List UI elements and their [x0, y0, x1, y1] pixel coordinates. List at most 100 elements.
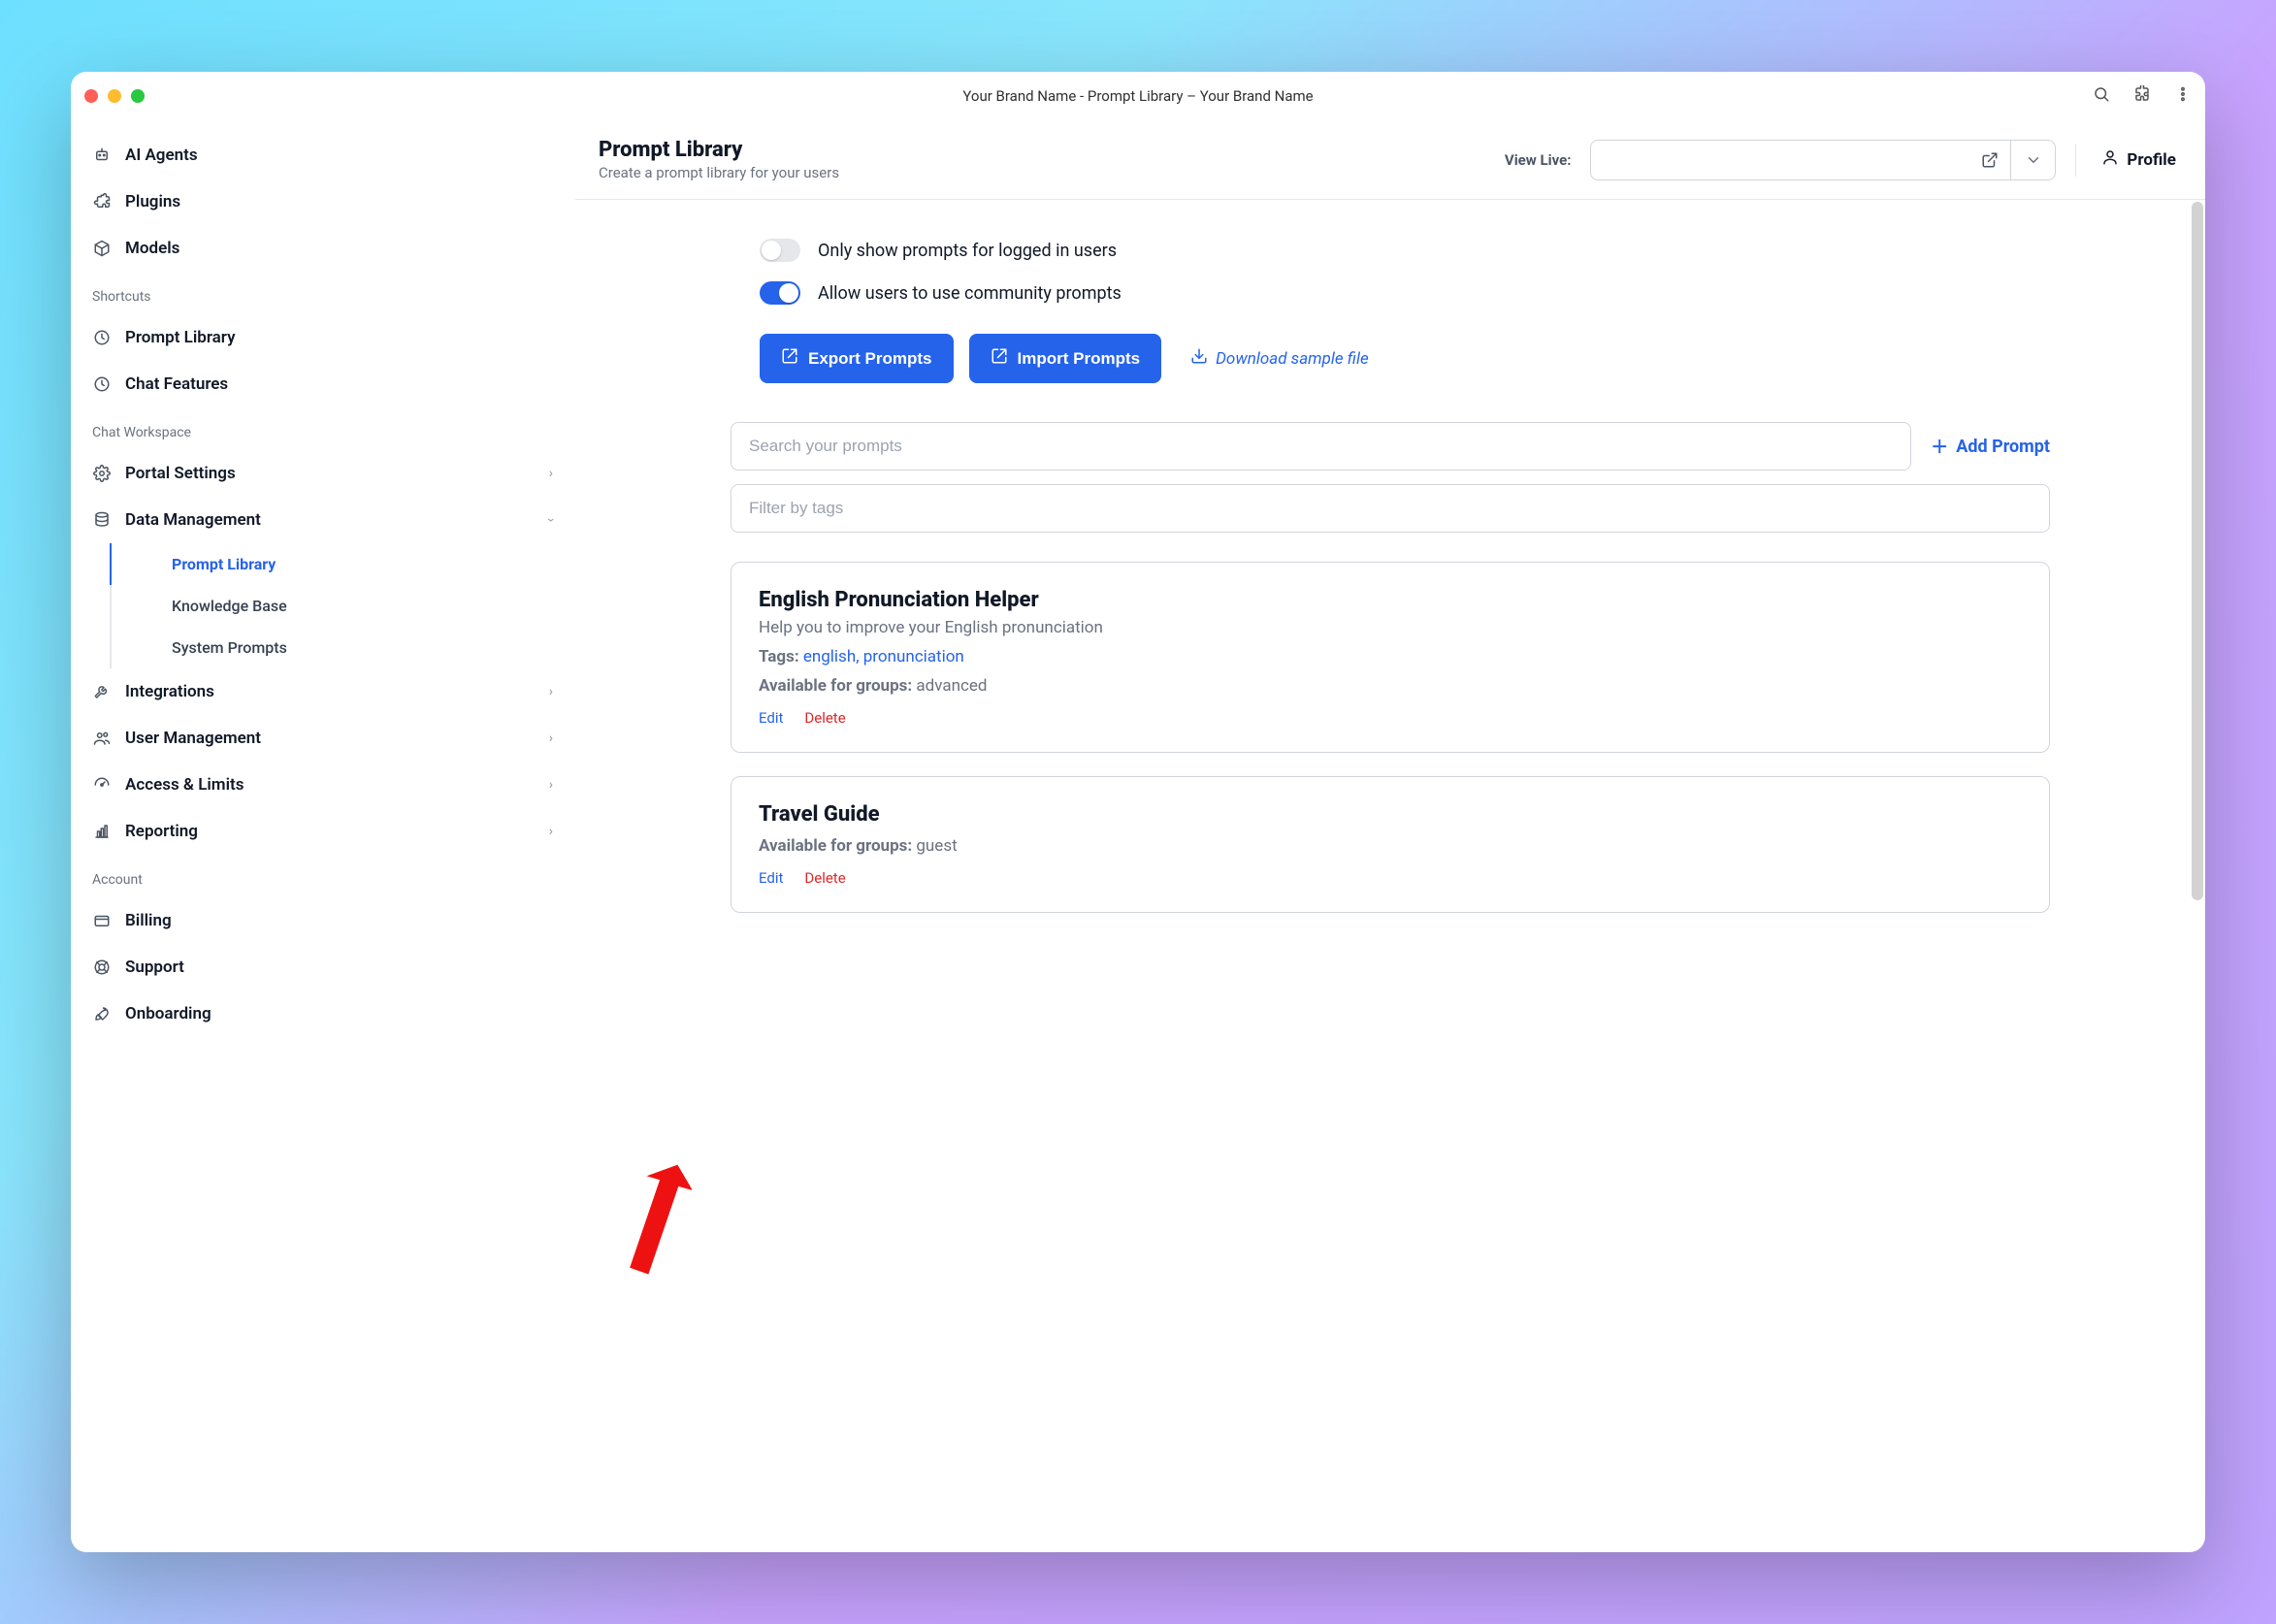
minimize-icon[interactable] — [108, 89, 121, 103]
page-subtitle: Create a prompt library for your users — [599, 164, 1485, 181]
prompt-actions: Edit Delete — [759, 869, 2022, 887]
chevron-right-icon: › — [549, 777, 553, 793]
robot-icon — [92, 146, 112, 164]
delete-button[interactable]: Delete — [804, 709, 845, 727]
sidebar-item-prompt-library-shortcut[interactable]: Prompt Library — [71, 314, 574, 361]
sidebar-item-label: Models — [125, 239, 179, 258]
titlebar: Your Brand Name - Prompt Library – Your … — [71, 72, 2205, 120]
sidebar-item-label: User Management — [125, 729, 261, 748]
sidebar-item-support[interactable]: Support — [71, 944, 574, 991]
database-icon — [92, 511, 112, 529]
search-icon[interactable] — [2093, 85, 2110, 107]
clock-icon — [92, 375, 112, 393]
sidebar-section-account: Account — [71, 855, 574, 897]
prompt-card: Travel Guide Available for groups: guest E… — [731, 776, 2050, 913]
arrow-annotation-icon — [604, 1155, 692, 1301]
sidebar-item-data-management[interactable]: Data Management › — [71, 497, 574, 543]
chevron-down-icon[interactable] — [2010, 141, 2055, 179]
user-icon — [2101, 148, 2119, 171]
prompt-groups: advanced — [916, 676, 987, 696]
prompt-groups-row: Available for groups: guest — [759, 836, 2022, 856]
puzzle-icon — [92, 193, 112, 211]
sidebar-item-reporting[interactable]: Reporting › — [71, 808, 574, 855]
app-window: Your Brand Name - Prompt Library – Your … — [71, 72, 2205, 1552]
page-header: Prompt Library Create a prompt library f… — [575, 120, 2205, 200]
sidebar-item-integrations[interactable]: Integrations › — [71, 668, 574, 715]
page-title: Prompt Library — [599, 138, 1485, 162]
download-sample-link[interactable]: Download sample file — [1190, 347, 1369, 370]
extension-icon[interactable] — [2133, 85, 2151, 107]
sidebar-item-chat-features[interactable]: Chat Features — [71, 361, 574, 407]
rocket-icon — [92, 1005, 112, 1023]
import-prompts-button[interactable]: Import Prompts — [969, 334, 1162, 383]
divider — [2075, 144, 2076, 177]
tags-label: Tags: — [759, 647, 803, 666]
export-prompts-button[interactable]: Export Prompts — [760, 334, 954, 383]
cube-icon — [92, 240, 112, 257]
add-prompt-button[interactable]: ＋ Add Prompt — [1931, 434, 2050, 459]
prompt-description: Help you to improve your English pronunc… — [759, 618, 2022, 637]
users-icon — [92, 730, 112, 747]
sidebar-item-label: Prompt Library — [125, 328, 236, 347]
chevron-right-icon: › — [549, 731, 553, 746]
filter-tags-input[interactable] — [731, 484, 2050, 533]
chevron-right-icon: › — [549, 824, 553, 839]
download-icon — [1190, 347, 1208, 370]
export-icon — [781, 347, 798, 370]
edit-button[interactable]: Edit — [759, 869, 783, 887]
sidebar-item-label: Chat Features — [125, 374, 228, 394]
sidebar-item-access-limits[interactable]: Access & Limits › — [71, 762, 574, 808]
view-live-label: View Live: — [1505, 151, 1572, 169]
gauge-icon — [92, 776, 112, 794]
button-label: Import Prompts — [1018, 349, 1141, 369]
lifebuoy-icon — [92, 958, 112, 976]
prompt-groups-row: Available for groups: advanced — [759, 676, 2022, 696]
sidebar-item-label: Access & Limits — [125, 775, 244, 795]
sidebar: AI Agents Plugins Models Shortcuts Promp… — [71, 120, 575, 1552]
window-controls — [84, 89, 145, 103]
plus-icon: ＋ — [1931, 434, 1948, 459]
sidebar-sub-system-prompts[interactable]: System Prompts — [110, 627, 574, 668]
view-live-select[interactable] — [1590, 140, 2056, 180]
scrollbar[interactable] — [2192, 202, 2203, 900]
toggle-logged-in-users[interactable] — [760, 239, 800, 262]
prompt-title: Travel Guide — [759, 802, 2022, 827]
sidebar-item-plugins[interactable]: Plugins — [71, 179, 574, 225]
sidebar-item-portal-settings[interactable]: Portal Settings › — [71, 450, 574, 497]
button-label: Export Prompts — [808, 349, 932, 369]
chart-icon — [92, 823, 112, 840]
prompt-tags[interactable]: english, pronunciation — [803, 647, 964, 666]
close-icon[interactable] — [84, 89, 98, 103]
chevron-down-icon: › — [543, 518, 559, 522]
button-label: Add Prompt — [1956, 437, 2050, 457]
prompt-tags-row: Tags: english, pronunciation — [759, 647, 2022, 666]
sidebar-item-models[interactable]: Models — [71, 225, 574, 272]
sidebar-item-ai-agents[interactable]: AI Agents — [71, 132, 574, 179]
link-label: Download sample file — [1216, 349, 1369, 369]
sidebar-item-billing[interactable]: Billing — [71, 897, 574, 944]
sidebar-item-user-management[interactable]: User Management › — [71, 715, 574, 762]
desktop-background: Your Brand Name - Prompt Library – Your … — [0, 0, 2276, 1624]
profile-button[interactable]: Profile — [2096, 148, 2182, 171]
sidebar-item-label: Plugins — [125, 192, 180, 211]
groups-label: Available for groups: — [759, 836, 916, 856]
prompt-actions: Edit Delete — [759, 709, 2022, 727]
profile-label: Profile — [2127, 150, 2176, 170]
prompt-title: English Pronunciation Helper — [759, 588, 2022, 612]
tool-icon — [92, 683, 112, 700]
sidebar-item-label: Support — [125, 958, 184, 977]
delete-button[interactable]: Delete — [804, 869, 845, 887]
toggle-community-prompts[interactable] — [760, 281, 800, 305]
sidebar-sub-prompt-library[interactable]: Prompt Library — [110, 543, 574, 585]
external-link-icon[interactable] — [1969, 151, 2010, 169]
maximize-icon[interactable] — [131, 89, 145, 103]
prompt-card: English Pronunciation Helper Help you to … — [731, 562, 2050, 753]
sidebar-item-onboarding[interactable]: Onboarding — [71, 991, 574, 1037]
clock-icon — [92, 329, 112, 346]
sidebar-sub-knowledge-base[interactable]: Knowledge Base — [110, 585, 574, 627]
sidebar-item-label: Onboarding — [125, 1004, 211, 1023]
more-icon[interactable] — [2174, 85, 2192, 107]
search-input[interactable] — [731, 422, 1911, 471]
sidebar-section-shortcuts: Shortcuts — [71, 272, 574, 314]
edit-button[interactable]: Edit — [759, 709, 783, 727]
